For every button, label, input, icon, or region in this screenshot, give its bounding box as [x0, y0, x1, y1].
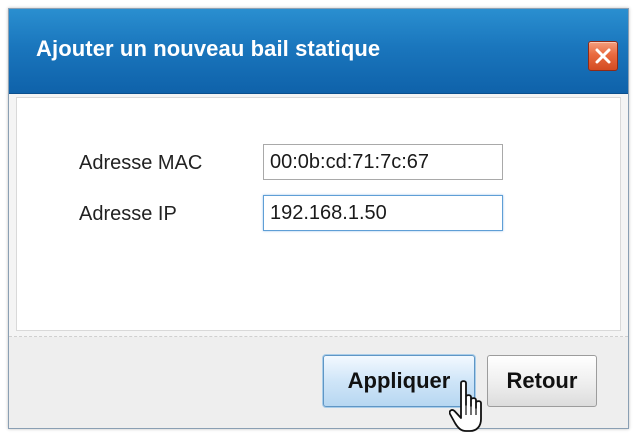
apply-button[interactable]: Appliquer	[323, 355, 475, 407]
mac-address-label: Adresse MAC	[79, 152, 203, 174]
ip-address-input[interactable]	[263, 195, 503, 231]
form-panel: Adresse MAC Adresse IP	[16, 97, 621, 331]
static-lease-dialog: Ajouter un nouveau bail statique Adresse…	[8, 8, 629, 432]
back-button[interactable]: Retour	[487, 355, 597, 407]
dialog-titlebar: Ajouter un nouveau bail statique	[9, 9, 628, 94]
ip-address-label: Adresse IP	[79, 203, 177, 225]
close-icon	[595, 48, 611, 64]
mac-address-input[interactable]	[263, 144, 503, 180]
dialog-title: Ajouter un nouveau bail statique	[36, 36, 381, 61]
close-button[interactable]	[588, 41, 618, 71]
